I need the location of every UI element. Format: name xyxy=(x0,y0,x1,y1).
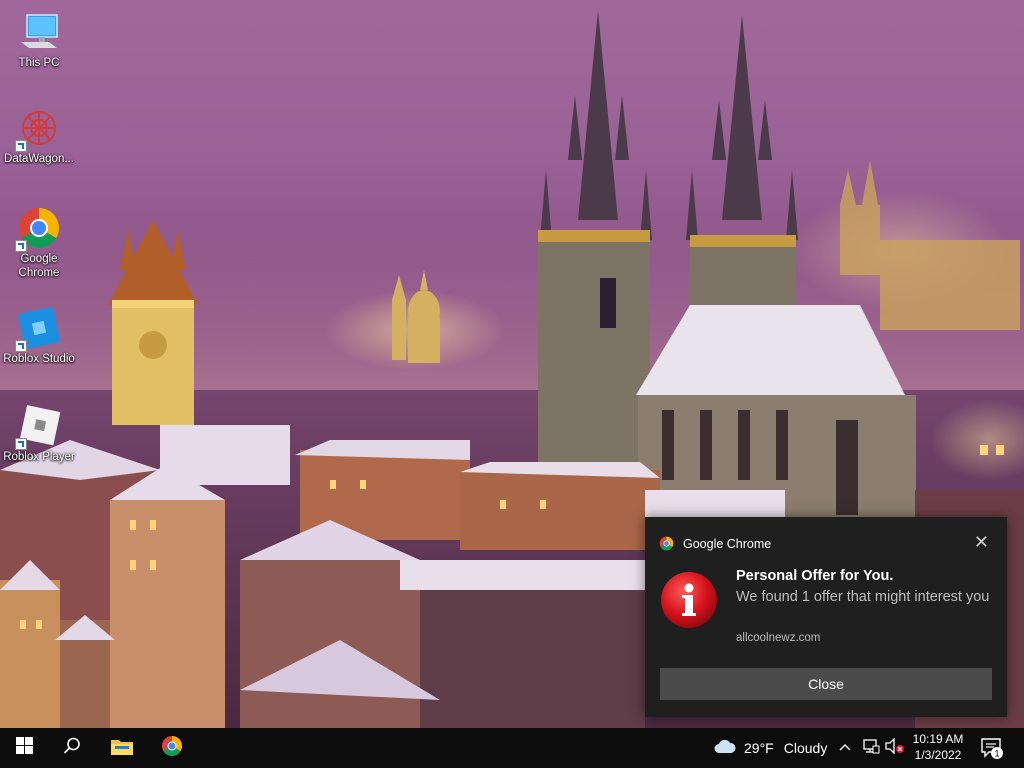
roblox-player-icon xyxy=(15,404,61,450)
desktop-icon-label: Google Chrome xyxy=(18,253,60,279)
close-button[interactable]: Close xyxy=(660,668,992,700)
start-button[interactable] xyxy=(0,728,48,768)
weather-condition: Cloudy xyxy=(783,740,828,756)
desktop-icon-roblox-player[interactable]: Roblox Player xyxy=(0,404,78,464)
file-explorer-icon xyxy=(111,737,133,760)
desktop-icon-this-pc[interactable]: This PC xyxy=(0,10,78,70)
close-icon[interactable]: ✕ xyxy=(974,533,989,551)
file-explorer-button[interactable] xyxy=(98,728,146,768)
computer-icon xyxy=(17,10,61,54)
toast-title: Personal Offer for You. xyxy=(736,568,894,584)
datawagon-icon xyxy=(15,106,61,152)
shortcut-arrow-icon xyxy=(15,240,27,252)
volume-button[interactable] xyxy=(885,728,905,768)
weather-widget[interactable]: 29°F Cloudy xyxy=(714,728,827,768)
notification-center-button[interactable]: 1 xyxy=(980,736,1004,760)
chrome-notification-toast[interactable]: Google Chrome ✕ Personal Offer for You. … xyxy=(645,517,1007,717)
chrome-taskbar-button[interactable] xyxy=(148,728,196,768)
search-button[interactable] xyxy=(48,728,96,768)
network-icon xyxy=(862,738,880,759)
clock-time: 10:19 AM xyxy=(912,732,964,746)
show-hidden-icons-button[interactable] xyxy=(838,728,852,768)
desktop-icon-datawagon[interactable]: DataWagon... xyxy=(0,106,78,166)
chrome-icon xyxy=(15,206,61,252)
desktop-icon-google-chrome[interactable]: Google Chrome xyxy=(0,206,78,280)
info-badge-icon xyxy=(660,571,718,629)
desktop-icon-label: Roblox Player xyxy=(3,451,75,463)
toast-body: We found 1 offer that might interest you xyxy=(736,589,990,605)
network-button[interactable] xyxy=(862,728,880,768)
toast-header: Google Chrome xyxy=(659,536,771,551)
shortcut-arrow-icon xyxy=(15,140,27,152)
desktop-icon-roblox-studio[interactable]: Roblox Studio xyxy=(0,306,78,366)
weather-temperature: 29°F xyxy=(744,740,774,756)
shortcut-arrow-icon xyxy=(15,438,27,450)
shortcut-arrow-icon xyxy=(15,340,27,352)
chrome-icon xyxy=(659,536,674,551)
chrome-icon xyxy=(161,735,183,762)
desktop-icon-label: DataWagon... xyxy=(4,153,74,165)
notification-count: 1 xyxy=(994,749,999,759)
search-icon xyxy=(63,737,81,760)
desktop-icon-label: Roblox Studio xyxy=(3,353,75,365)
desktop-icon-label: This PC xyxy=(18,57,60,69)
weather-cloud-icon xyxy=(714,738,736,759)
toast-source-site: allcoolnewz.com xyxy=(736,632,821,644)
taskbar: 29°F Cloudy 10:19 AM 1/3/2022 1 xyxy=(0,728,1024,768)
toast-app-name: Google Chrome xyxy=(683,536,772,551)
roblox-studio-icon xyxy=(15,306,61,352)
system-clock[interactable]: 10:19 AM 1/3/2022 xyxy=(905,731,971,763)
chevron-up-icon xyxy=(838,739,852,757)
notification-center-icon: 1 xyxy=(980,738,1004,764)
volume-muted-icon xyxy=(885,736,905,759)
windows-start-icon xyxy=(15,737,33,759)
clock-date: 1/3/2022 xyxy=(914,748,962,762)
